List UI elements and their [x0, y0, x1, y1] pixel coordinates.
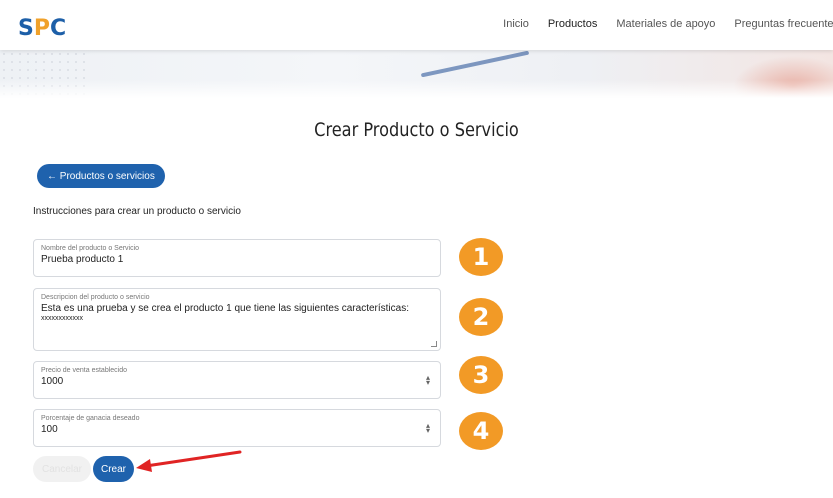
- resize-handle-icon[interactable]: [431, 341, 437, 347]
- product-description-field[interactable]: Descripcion del producto o servicio Esta…: [33, 288, 441, 351]
- top-navbar: SPC Inicio Productos Materiales de apoyo…: [0, 0, 833, 50]
- product-name-label: Nombre del producto o Servicio: [41, 245, 140, 252]
- step-badge-1: 1: [459, 238, 503, 276]
- back-to-products-button[interactable]: ← Productos o servicios: [37, 164, 165, 188]
- product-name-value: Prueba producto 1: [41, 254, 124, 265]
- product-description-value-line2: xxxxxxxxxxxx: [41, 315, 83, 322]
- step-badge-3: 3: [459, 356, 503, 394]
- create-button[interactable]: Crear: [93, 456, 134, 482]
- step-badge-2: 2: [459, 298, 503, 336]
- number-stepper-icon[interactable]: ▴ ▾: [426, 374, 430, 387]
- nav-item-productos[interactable]: Productos: [548, 18, 598, 30]
- sale-price-field[interactable]: Precio de venta establecido 1000 ▴ ▾: [33, 361, 441, 399]
- sale-price-label: Precio de venta establecido: [41, 367, 127, 374]
- cancel-button[interactable]: Cancelar: [33, 456, 91, 482]
- hero-pen-stroke: [420, 50, 530, 78]
- logo-letter-s: S: [18, 16, 34, 41]
- sale-price-value: 1000: [41, 376, 64, 387]
- hero-fade: [0, 80, 833, 98]
- main-nav: Inicio Productos Materiales de apoyo Pre…: [503, 18, 833, 30]
- red-arrow-annotation: [136, 450, 242, 472]
- step-badge-4: 4: [459, 412, 503, 450]
- instructions-text: Instrucciones para crear un producto o s…: [33, 206, 241, 217]
- profit-percentage-value: 100: [41, 424, 58, 435]
- number-stepper-icon[interactable]: ▴ ▾: [426, 422, 430, 435]
- profit-percentage-field[interactable]: Porcentaje de ganacia deseado 100 ▴ ▾: [33, 409, 441, 447]
- product-description-value: Esta es una prueba y se crea el producto…: [41, 303, 409, 314]
- nav-item-inicio[interactable]: Inicio: [503, 18, 529, 30]
- product-description-label: Descripcion del producto o servicio: [41, 294, 150, 301]
- logo-letter-c: C: [49, 16, 67, 41]
- spc-logo[interactable]: SPC: [18, 16, 66, 41]
- profit-percentage-label: Porcentaje de ganacia deseado: [41, 415, 140, 422]
- logo-letter-p: P: [33, 16, 50, 41]
- product-name-field[interactable]: Nombre del producto o Servicio Prueba pr…: [33, 239, 441, 277]
- nav-item-preguntas[interactable]: Preguntas frecuentes: [734, 18, 833, 30]
- hero-banner: [0, 50, 833, 98]
- page-title: Crear Producto o Servicio: [314, 119, 519, 141]
- nav-item-materiales[interactable]: Materiales de apoyo: [616, 18, 715, 30]
